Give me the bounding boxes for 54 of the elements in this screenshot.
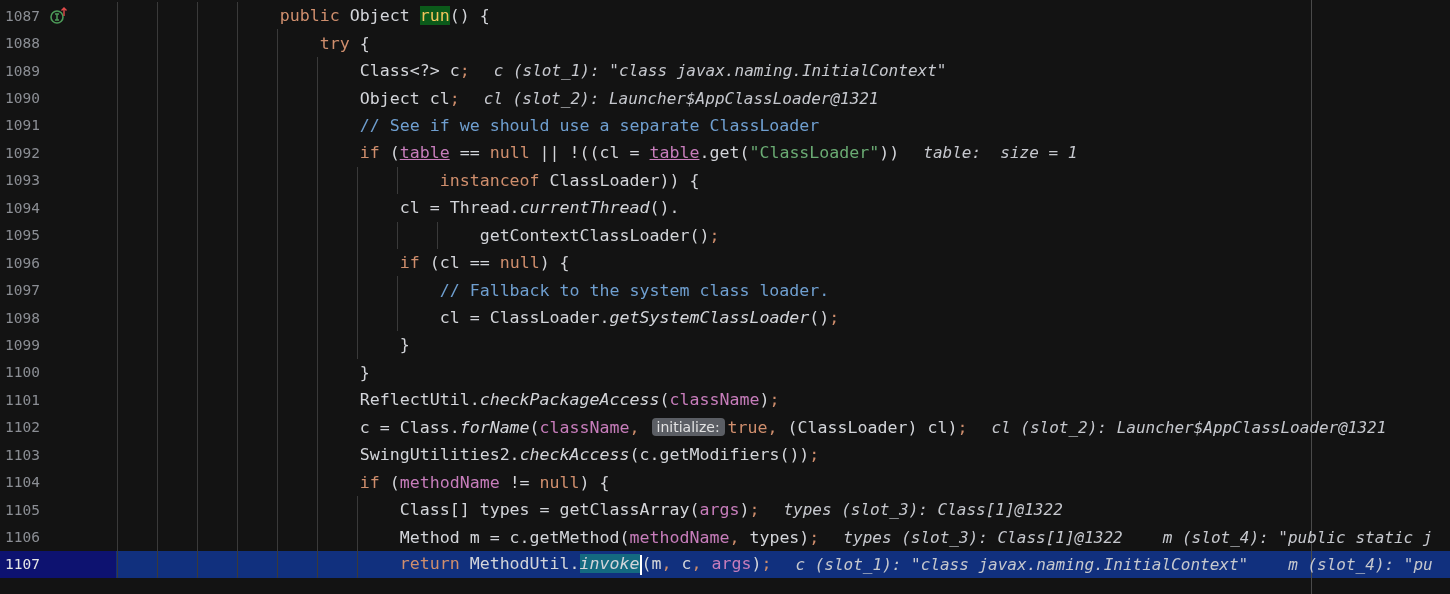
code-text: cl = ClassLoader.getSystemClassLoader(); (438, 308, 840, 328)
code-text: cl = Thread.currentThread(). (398, 198, 680, 218)
implements-marker-icon[interactable] (50, 6, 68, 25)
parameter-hint: initialize: (651, 418, 725, 437)
line-number: 1096 (5, 254, 41, 271)
line-number: 1097 (5, 282, 41, 299)
code-text: getContextClassLoader(); (478, 225, 720, 245)
code-text: Object cl; (358, 88, 460, 108)
line-number: 1091 (5, 117, 41, 134)
code-text: c = Class.forName(className, (358, 417, 640, 437)
line-number: 1093 (5, 172, 41, 189)
code-text: } (358, 362, 370, 382)
line-number: 1094 (5, 199, 41, 216)
code-text: // See if we should use a separate ClassLoader (358, 115, 820, 135)
line-number: 1088 (5, 35, 41, 52)
inline-value-hint: m (slot_4): "public static j (1162, 527, 1433, 547)
line-number: 1103 (5, 446, 41, 463)
line-number: 1101 (5, 391, 41, 408)
code-text: Method m = c.getMethod(methodName, types); (398, 527, 820, 547)
code-text: if (methodName != null) { (358, 472, 610, 492)
inline-value-hint: types (slot_3): Class[1]@1322 (843, 527, 1123, 547)
line-number: 1090 (5, 90, 41, 107)
line-number: 1107 (5, 556, 41, 573)
inline-value-hint: c (slot_1): "class javax.naming.InitialContext" (493, 61, 947, 81)
code-text: // Fallback to the system class loader. (438, 280, 830, 300)
inline-value-hint: cl (slot_2): Launcher$AppClassLoader@1321 (991, 417, 1387, 437)
line-number: 1092 (5, 144, 41, 161)
inline-value-hint: c (slot_1): "class javax.naming.InitialContext" (795, 554, 1249, 574)
line-number: 1105 (5, 501, 41, 518)
inline-value-hint: types (slot_3): Class[1]@1322 (783, 500, 1063, 520)
line-number: 1106 (5, 529, 41, 546)
inline-value-hint: table: size = 1 (923, 143, 1078, 163)
code-text: Class[] types = getClassArray(args); (398, 500, 760, 520)
line-number: 1089 (5, 62, 41, 79)
code-text: true, (ClassLoader) cl); (727, 417, 968, 437)
line-number: 1098 (5, 309, 41, 326)
code-text: try { (318, 33, 370, 53)
code-text: if (table == null || !((cl = table.get("ClassLoader")) (358, 143, 900, 163)
line-number: 1087 (5, 7, 41, 24)
code-text: ReflectUtil.checkPackageAccess(className); (358, 390, 780, 410)
line-number: 1104 (5, 474, 41, 491)
inline-value-hint: m (slot_4): "pu (1288, 554, 1433, 574)
inline-value-hint: cl (slot_2): Launcher$AppClassLoader@1321 (483, 88, 879, 108)
line-number: 1100 (5, 364, 41, 381)
code-text: instanceof ClassLoader)) { (438, 170, 700, 190)
code-text: } (398, 335, 410, 355)
line-number: 1099 (5, 336, 41, 353)
code-text: public Object run() { (278, 6, 490, 26)
code-text: SwingUtilities2.checkAccess(c.getModifiers()); (358, 445, 820, 465)
code-text: Class<?> c; (358, 61, 470, 81)
line-number: 1102 (5, 419, 41, 436)
code-text: return MethodUtil.invoke(m, c, args); (398, 554, 772, 575)
line-number: 1095 (5, 227, 41, 244)
code-text: if (cl == null) { (398, 253, 570, 273)
